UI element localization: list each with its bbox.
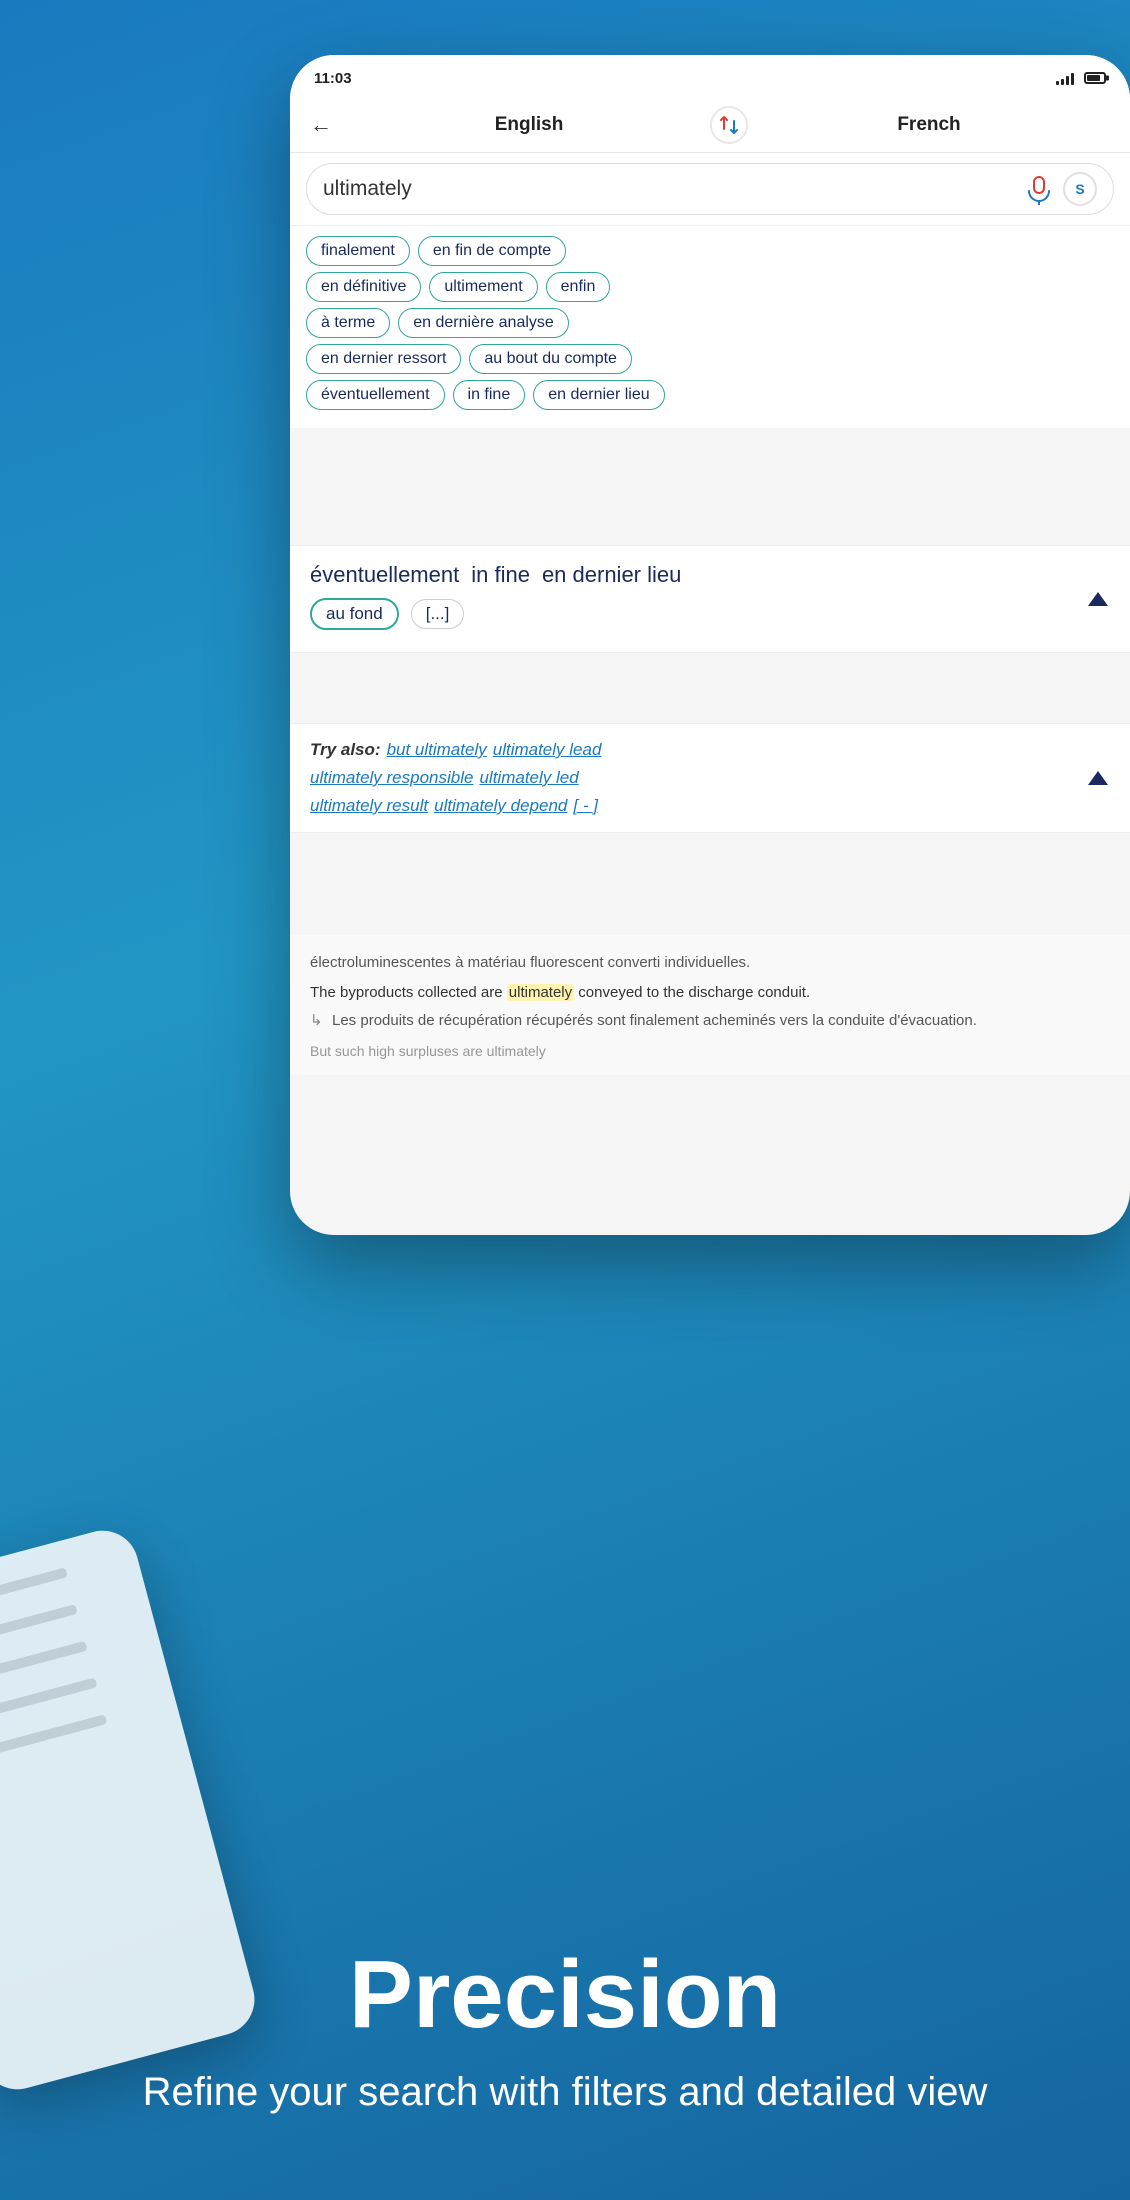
chip-finalement[interactable]: finalement [306,236,410,266]
precision-title: Precision [80,1942,1050,2048]
try-also-ultimately-responsible[interactable]: ultimately responsible [310,768,473,788]
try-also-ultimately-led[interactable]: ultimately led [479,768,578,788]
highlight-ultimately: ultimately [507,984,574,1001]
collapse-arrow[interactable] [1088,592,1108,606]
chip-en-derniere-analyse[interactable]: en dernière analyse [398,308,569,338]
chip-ultimement[interactable]: ultimement [429,272,537,302]
nav-bar: ← English French [290,97,1130,153]
target-language[interactable]: French [748,114,1110,136]
chip-enfin[interactable]: enfin [546,272,611,302]
examples-area: électroluminescentes à matériau fluoresc… [290,935,1130,1075]
back-button[interactable]: ← [310,112,332,138]
chips-row-4: en dernier ressort au bout du compte [306,344,1114,374]
chip-en-fin-de-compte[interactable]: en fin de compte [418,236,566,266]
status-time: 11:03 [314,70,352,87]
chip-en-definitive[interactable]: en définitive [306,272,421,302]
main-phone: 11:03 ← English French ultimatel [290,55,1130,1235]
chip-eventuellement[interactable]: éventuellement [306,380,445,410]
chip-in-fine[interactable]: in fine [453,380,526,410]
search-area: ultimately S [290,153,1130,226]
try-also-ultimately-result[interactable]: ultimately result [310,796,428,816]
microphone-icon[interactable] [1023,173,1055,205]
signal-bars-icon [1056,71,1074,85]
source-language[interactable]: English [348,114,710,136]
status-icons [1056,71,1106,85]
battery-icon [1084,72,1106,84]
swap-icon [717,113,741,137]
example-translation-1: ↳ Les produits de récupération récupérés… [310,1009,1110,1033]
expanded-card: éventuellement in fine en dernier lieu a… [290,545,1130,653]
try-also-minus[interactable]: [ - ] [573,796,598,816]
expanded-eventuellement[interactable]: éventuellement [310,562,459,588]
search-box[interactable]: ultimately S [306,163,1114,215]
chip-en-dernier-lieu[interactable]: en dernier lieu [533,380,664,410]
example-sentence-1: The byproducts collected are ultimately … [310,981,1110,1005]
expanded-in-fine[interactable]: in fine [471,562,530,588]
status-bar: 11:03 [290,55,1130,97]
example-above-text: électroluminescentes à matériau fluoresc… [310,951,1110,975]
chip-au-bout-du-compte[interactable]: au bout du compte [469,344,632,374]
precision-subtitle: Refine your search with filters and deta… [80,2064,1050,2120]
chips-row-3: à terme en dernière analyse [306,308,1114,338]
expanded-more[interactable]: [...] [411,599,465,629]
try-also-ultimately-lead[interactable]: ultimately lead [493,740,602,760]
chip-a-terme[interactable]: à terme [306,308,390,338]
chips-row-2: en définitive ultimement enfin [306,272,1114,302]
try-also-but-ultimately[interactable]: but ultimately [387,740,487,760]
swap-languages-button[interactable] [710,106,748,144]
chip-en-dernier-ressort[interactable]: en dernier ressort [306,344,461,374]
precision-section: Precision Refine your search with filter… [0,1882,1130,2200]
try-also-collapse-arrow[interactable] [1088,771,1108,785]
expanded-en-dernier-lieu[interactable]: en dernier lieu [542,562,681,588]
try-also-card: Try also: but ultimately ultimately lead… [290,723,1130,833]
expanded-au-fond[interactable]: au fond [310,598,399,630]
try-also-ultimately-depend[interactable]: ultimately depend [434,796,567,816]
chips-row-1: finalement en fin de compte [306,236,1114,266]
try-also-label: Try also: [310,740,381,760]
example-sentence-2-partial: But such high surpluses are ultimately [310,1043,1110,1059]
chips-row-5: éventuellement in fine en dernier lieu [306,380,1114,410]
search-input[interactable]: ultimately [323,177,1023,201]
chips-area: finalement en fin de compte en définitiv… [290,226,1130,428]
s-badge[interactable]: S [1063,172,1097,206]
